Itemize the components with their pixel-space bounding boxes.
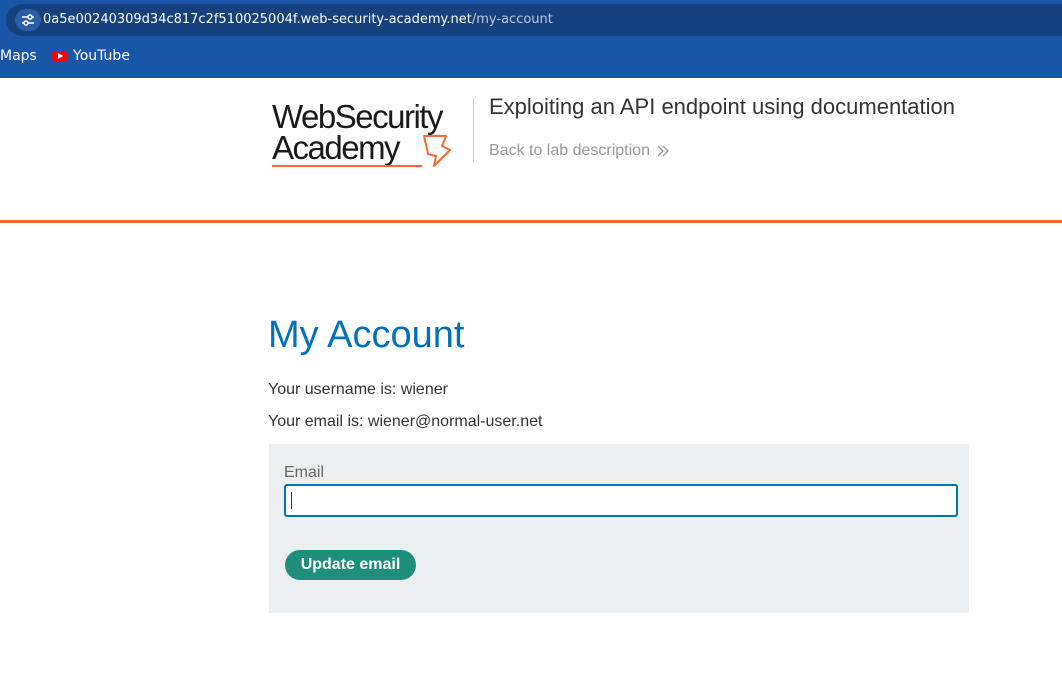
url-host: 0a5e00240309d34c817c2f510025004f.web-sec… (43, 12, 472, 27)
double-chevron-right-icon (657, 145, 669, 157)
youtube-icon (52, 50, 67, 62)
update-email-button[interactable]: Update email (285, 550, 416, 580)
back-link-label: Back to lab description (489, 142, 650, 159)
url-path: /my-account (471, 12, 553, 27)
logo-flame-icon (272, 135, 451, 167)
username-text: Your username is: wiener (268, 381, 448, 398)
email-text: Your email is: wiener@normal-user.net (268, 413, 543, 430)
text-caret (291, 492, 292, 509)
address-bar[interactable]: 0a5e00240309d34c817c2f510025004f.web-sec… (6, 4, 1062, 36)
url-text[interactable]: 0a5e00240309d34c817c2f510025004f.web-sec… (43, 12, 553, 27)
browser-toolbar: 0a5e00240309d34c817c2f510025004f.web-sec… (0, 0, 1062, 78)
email-input[interactable] (284, 484, 958, 517)
lab-header: WebSecurity Academy Exploiting an API en… (0, 78, 1062, 223)
header-divider (473, 98, 474, 162)
change-email-form: Email Update email (269, 444, 969, 613)
site-info-icon[interactable] (15, 9, 41, 31)
page-title: My Account (268, 314, 465, 356)
bookmark-youtube-label: YouTube (73, 48, 130, 64)
back-to-lab-link[interactable]: Back to lab description (489, 142, 670, 160)
web-security-academy-logo[interactable]: WebSecurity Academy (270, 98, 470, 170)
lab-title: Exploiting an API endpoint using documen… (489, 94, 955, 119)
bookmark-maps[interactable]: Maps (0, 48, 37, 64)
bookmark-youtube[interactable]: YouTube (52, 48, 130, 64)
email-label: Email (284, 464, 325, 481)
